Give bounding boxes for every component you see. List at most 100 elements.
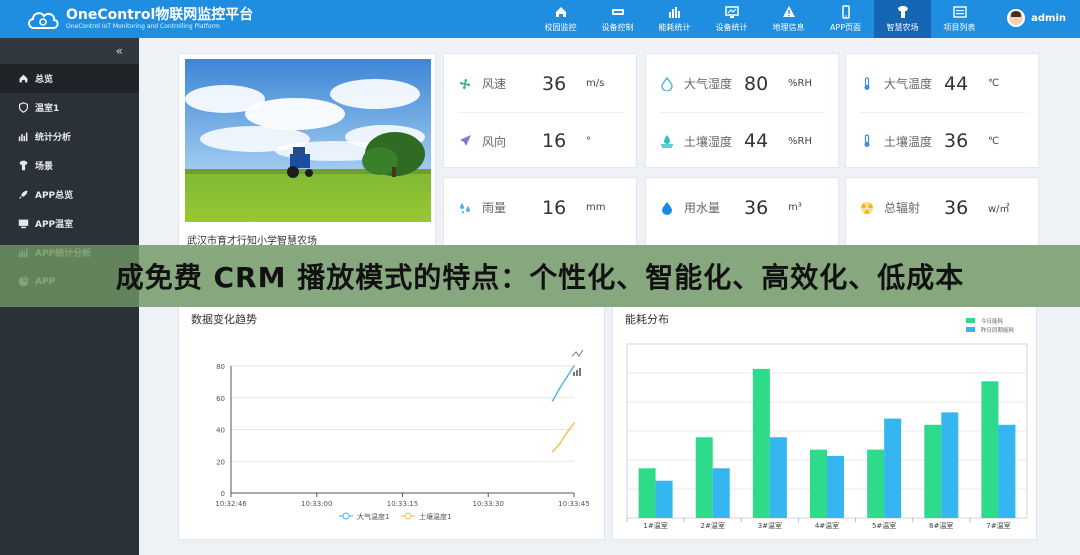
metric-label: 土壤温度 <box>884 134 933 149</box>
fan-icon <box>458 77 472 91</box>
nav-item-label: 校园监控 <box>544 23 577 32</box>
metric-card-1: 大气湿度 80 %RH 土壤湿度 44 %RH <box>645 53 839 168</box>
thermometer-icon <box>860 134 874 148</box>
cloud-logo-icon <box>28 12 59 29</box>
nav-item-6[interactable]: 智慧农场 <box>874 0 931 38</box>
bar-1 <box>998 424 1016 518</box>
x-tick-label: 10:33:00 <box>301 500 332 508</box>
legend-label: 土壤温度1 <box>419 512 451 521</box>
metric-value: 44 <box>944 72 969 95</box>
main-nav: 校园监控 设备控制 能耗统计 设备统计 地理信息 APP页面 智慧农场 项目列表 <box>532 0 988 38</box>
metric-unit: m/s <box>586 78 605 89</box>
x-tick-label: 10:32:46 <box>215 500 247 508</box>
sidebar-item-label: 场景 <box>35 162 54 172</box>
direction-icon <box>458 134 472 148</box>
x-tick-label: 10:33:15 <box>387 500 418 508</box>
bar-0 <box>867 449 885 518</box>
metric-value: 16 <box>542 130 567 152</box>
sidebar-item-4[interactable]: APP总览 <box>0 180 139 209</box>
metric-value: 36 <box>744 196 769 219</box>
sidebar-item-2[interactable]: 统计分析 <box>0 122 139 151</box>
sidebar-item-label: APP总览 <box>35 191 74 201</box>
x-tick-label: 4#温室 <box>815 521 839 530</box>
data-point <box>551 400 554 402</box>
bar-1 <box>655 480 673 518</box>
user-menu[interactable]: admin <box>1007 9 1066 27</box>
metric-unit: w/㎡ <box>988 204 1010 215</box>
trend-chart-card: 数据变化趋势 0 20 40 60 80 10:32:46 10:33:00 10:33:15… <box>178 305 605 540</box>
rocket-icon <box>17 189 29 201</box>
bar-0 <box>638 468 656 518</box>
metric-unit: ℃ <box>988 78 1000 89</box>
metric-card-3: 雨量 16 mm <box>443 177 637 247</box>
metric-row: 土壤温度 36 ℃ <box>860 112 1026 169</box>
metric-value: 36 <box>944 196 969 219</box>
farm-photo-card: 武汉市育才行知小学智慧农场 <box>178 53 436 250</box>
energy-bar-chart: 1#温室 2#温室 3#温室 4#温室 5#温室 6#温室 7#温室 今日能耗昨日同期能耗 <box>626 317 1028 530</box>
collapse-sidebar-button[interactable]: « <box>0 38 139 64</box>
metric-card-4: 用水量 36 m³ <box>645 177 839 247</box>
metric-unit: m³ <box>788 202 802 213</box>
nav-item-5[interactable]: APP页面 <box>817 0 874 38</box>
metric-card-2: 大气温度 44 ℃ 土壤温度 36 ℃ <box>845 53 1039 168</box>
metric-label: 大气湿度 <box>684 77 733 91</box>
metric-label: 用水量 <box>684 201 721 215</box>
sidebar-item-3[interactable]: 场景 <box>0 151 139 180</box>
farm-photo <box>185 59 431 222</box>
metric-value: 36 <box>542 72 567 95</box>
sidebar-item-label: 温室1 <box>35 104 60 114</box>
nav-item-7[interactable]: 项目列表 <box>931 0 988 38</box>
bar-1 <box>712 468 730 518</box>
nav-item-0[interactable]: 校园监控 <box>532 0 589 38</box>
metric-unit: %RH <box>788 78 812 89</box>
y-tick-label: 80 <box>216 363 225 371</box>
legend-swatch <box>966 318 975 323</box>
data-point <box>566 376 568 378</box>
sidebar-item-label: 统计分析 <box>35 133 72 143</box>
legend-marker <box>404 512 412 520</box>
metric-card-0: 风速 36 m/s 风向 16 ° <box>443 53 637 168</box>
nav-item-label: 设备控制 <box>601 23 634 32</box>
bar-toggle-icon <box>573 368 581 376</box>
energy-chart-card: 能耗分布 1#温室 2#温室 3#温室 4#温室 5#温室 6#温室 7#温室 今日能耗 昨日同… <box>612 305 1037 540</box>
metric-label: 雨量 <box>482 201 507 215</box>
sidebar-item-0[interactable]: 总览 <box>0 64 139 93</box>
legend-label: 今日能耗 <box>981 317 1004 325</box>
nav-item-label: 项目列表 <box>943 23 976 32</box>
thermometer-icon <box>860 76 874 91</box>
phone-icon <box>838 5 854 19</box>
x-tick-label: 1#温室 <box>643 521 667 530</box>
x-tick-label: 3#温室 <box>758 521 782 530</box>
sidebar-item-5[interactable]: APP温室 <box>0 209 139 238</box>
metric-unit: ℃ <box>988 135 1000 147</box>
sidebar-item-1[interactable]: 温室1 <box>0 93 139 122</box>
metric-unit: %RH <box>788 135 812 147</box>
x-tick-label: 5#温室 <box>872 521 896 530</box>
metric-value: 80 <box>744 72 769 95</box>
metric-card-5: 总辐射 36 w/㎡ <box>845 177 1039 247</box>
metric-label: 风速 <box>482 77 507 91</box>
nav-item-3[interactable]: 设备统计 <box>703 0 760 38</box>
app-subtitle: OneControl IoT Monitoring and Controllin… <box>66 23 220 30</box>
legend-marker <box>342 512 350 520</box>
metric-row: 雨量 16 mm <box>458 179 624 236</box>
top-bar: OneControl物联网监控平台 OneControl IoT Monitor… <box>0 0 1080 38</box>
y-tick-label: 0 <box>221 490 225 498</box>
metric-label: 总辐射 <box>884 201 921 215</box>
data-point <box>558 387 561 390</box>
nav-item-4[interactable]: 地理信息 <box>760 0 817 38</box>
legend-label: 大气温度1 <box>357 512 389 521</box>
y-tick-label: 60 <box>216 395 225 403</box>
metric-unit: mm <box>586 202 606 213</box>
droplet-icon <box>660 76 674 91</box>
logo[interactable]: OneControl物联网监控平台 OneControl IoT Monitor… <box>26 7 546 31</box>
nav-item-1[interactable]: 设备控制 <box>589 0 646 38</box>
nav-item-2[interactable]: 能耗统计 <box>646 0 703 38</box>
series-line-1 <box>552 422 575 453</box>
data-point <box>551 450 554 453</box>
x-tick-label: 6#温室 <box>929 521 953 530</box>
bar-0 <box>752 368 770 518</box>
metric-row: 大气湿度 80 %RH <box>660 55 826 112</box>
bar-toggle-part <box>579 368 581 376</box>
bar-0 <box>695 437 713 518</box>
